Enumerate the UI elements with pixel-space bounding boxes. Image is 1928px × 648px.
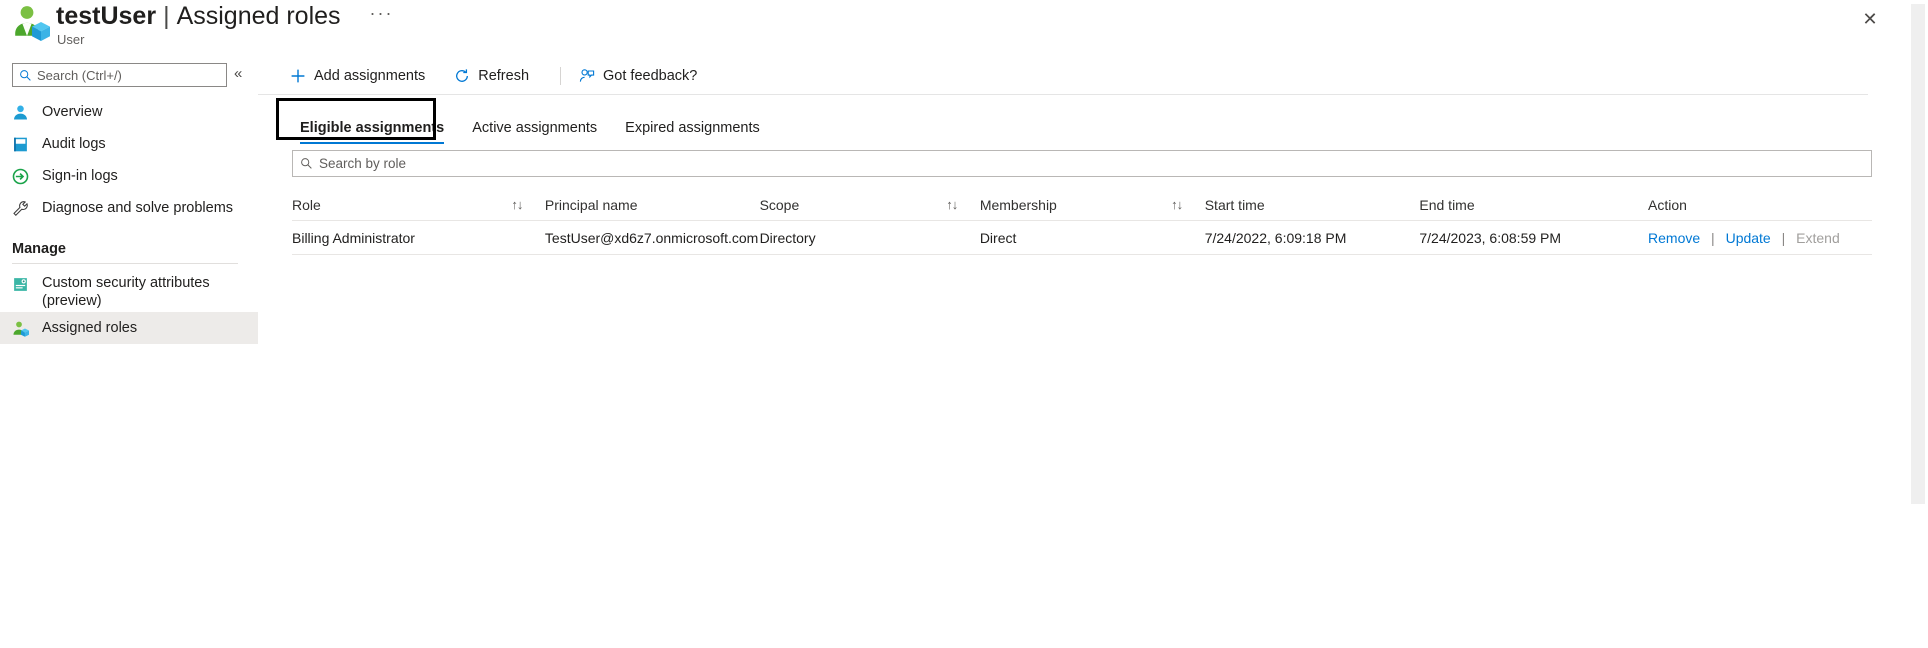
column-header-principal-name[interactable]: Principal name	[545, 197, 760, 213]
command-bar: Add assignments Refresh Got feedback?	[258, 58, 1908, 94]
feedback-person-icon	[579, 68, 595, 84]
command-separator	[560, 67, 561, 85]
sidebar-item-label-secondary: (preview)	[42, 293, 102, 309]
sort-membership-icon[interactable]: ↑↓	[1171, 197, 1205, 212]
refresh-icon	[454, 68, 470, 84]
action-separator: |	[1782, 230, 1786, 246]
sidebar-item-label: Assigned roles	[42, 319, 137, 337]
page-scrollbar[interactable]	[1908, 0, 1928, 648]
command-bar-divider	[258, 94, 1868, 95]
add-assignments-label: Add assignments	[314, 68, 425, 84]
more-options-ellipsis[interactable]: ···	[370, 0, 394, 28]
title-separator: |	[163, 1, 170, 31]
column-header-end-time[interactable]: End time	[1419, 197, 1648, 213]
tab-eligible-assignments[interactable]: Eligible assignments	[286, 120, 458, 144]
add-assignments-button[interactable]: Add assignments	[290, 61, 438, 91]
avatar	[10, 2, 52, 44]
tab-label: Expired assignments	[625, 120, 760, 136]
page-title: testUser | Assigned roles ··· User	[56, 1, 394, 47]
sidebar: Search (Ctrl+/) « Overview Audit logs Si…	[0, 52, 258, 648]
sidebar-item-custom-security-attributes[interactable]: Custom security attributes (preview)	[0, 270, 258, 312]
search-icon	[300, 157, 313, 170]
cell-principal-name: TestUser@xd6z7.onmicrosoft.com	[545, 230, 760, 246]
search-icon	[19, 69, 32, 82]
role-search-input[interactable]: Search by role	[292, 150, 1872, 177]
sidebar-item-signin-logs[interactable]: Sign-in logs	[0, 160, 258, 192]
cell-scope: Directory	[760, 230, 947, 246]
sidebar-item-label: Audit logs	[42, 135, 106, 153]
cell-start-time: 7/24/2022, 6:09:18 PM	[1205, 230, 1420, 246]
page-header: testUser | Assigned roles ··· User ✕	[0, 0, 1928, 52]
assignment-tabs: Eligible assignments Active assignments …	[258, 98, 1908, 144]
sidebar-item-label: Sign-in logs	[42, 167, 118, 185]
role-search-placeholder: Search by role	[319, 156, 406, 171]
remove-link[interactable]: Remove	[1648, 230, 1700, 246]
column-header-action: Action	[1648, 197, 1872, 213]
tab-expired-assignments[interactable]: Expired assignments	[611, 120, 774, 144]
sidebar-item-audit-logs[interactable]: Audit logs	[0, 128, 258, 160]
plus-icon	[290, 68, 306, 84]
close-icon: ✕	[1862, 10, 1877, 28]
extend-link: Extend	[1796, 230, 1840, 246]
cell-end-time: 7/24/2023, 6:08:59 PM	[1419, 230, 1648, 246]
column-header-membership[interactable]: Membership	[980, 197, 1171, 213]
resource-type-subtitle: User	[56, 32, 394, 47]
sidebar-item-overview[interactable]: Overview	[0, 96, 258, 128]
assigned-roles-icon	[12, 320, 29, 337]
chevron-double-left-icon: «	[234, 65, 242, 82]
cell-actions: Remove | Update | Extend	[1648, 230, 1872, 246]
sort-scope-icon[interactable]: ↑↓	[946, 197, 980, 212]
page-name: Assigned roles	[177, 1, 341, 31]
collapse-sidebar-button[interactable]: «	[234, 66, 242, 81]
tab-label: Eligible assignments	[300, 120, 444, 136]
attributes-icon	[12, 276, 29, 293]
update-link[interactable]: Update	[1726, 230, 1771, 246]
tab-active-indicator	[300, 142, 444, 144]
got-feedback-button[interactable]: Got feedback?	[579, 61, 710, 91]
search-input[interactable]: Search (Ctrl+/)	[12, 63, 227, 87]
wrench-icon	[12, 200, 29, 217]
search-placeholder: Search (Ctrl+/)	[37, 68, 122, 83]
sidebar-divider	[12, 263, 238, 264]
refresh-label: Refresh	[478, 68, 529, 84]
got-feedback-label: Got feedback?	[603, 68, 697, 84]
column-header-role[interactable]: Role	[292, 197, 511, 213]
table-header-row: Role ↑↓ Principal name Scope ↑↓ Membersh…	[292, 189, 1872, 221]
sidebar-item-label: Diagnose and solve problems	[42, 199, 233, 217]
action-separator: |	[1711, 230, 1715, 246]
sidebar-search-row: Search (Ctrl+/) «	[0, 60, 258, 96]
close-button[interactable]: ✕	[1854, 3, 1886, 35]
cell-role: Billing Administrator	[292, 230, 511, 246]
sidebar-item-assigned-roles[interactable]: Assigned roles	[0, 312, 258, 344]
tab-label: Active assignments	[472, 120, 597, 136]
sidebar-item-diagnose-and-solve-problems[interactable]: Diagnose and solve problems	[0, 192, 258, 224]
column-header-start-time[interactable]: Start time	[1205, 197, 1420, 213]
refresh-button[interactable]: Refresh	[454, 61, 542, 91]
resource-name: testUser	[56, 1, 156, 31]
cell-membership: Direct	[980, 230, 1171, 246]
sidebar-group-manage: Manage	[0, 238, 258, 260]
book-icon	[12, 136, 29, 153]
main-content: Add assignments Refresh Got feedback? El…	[258, 52, 1908, 648]
assignments-table: Role ↑↓ Principal name Scope ↑↓ Membersh…	[292, 189, 1872, 255]
sidebar-item-label: Custom security attributes	[42, 275, 210, 291]
column-header-scope[interactable]: Scope	[760, 197, 947, 213]
page-scrollbar-thumb[interactable]	[1911, 4, 1925, 504]
sidebar-item-label: Overview	[42, 103, 102, 121]
user-icon	[12, 104, 29, 121]
tab-active-assignments[interactable]: Active assignments	[458, 120, 611, 144]
table-row[interactable]: Billing Administrator TestUser@xd6z7.onm…	[292, 221, 1872, 255]
sort-role-icon[interactable]: ↑↓	[511, 197, 545, 212]
signin-arrow-icon	[12, 168, 29, 185]
